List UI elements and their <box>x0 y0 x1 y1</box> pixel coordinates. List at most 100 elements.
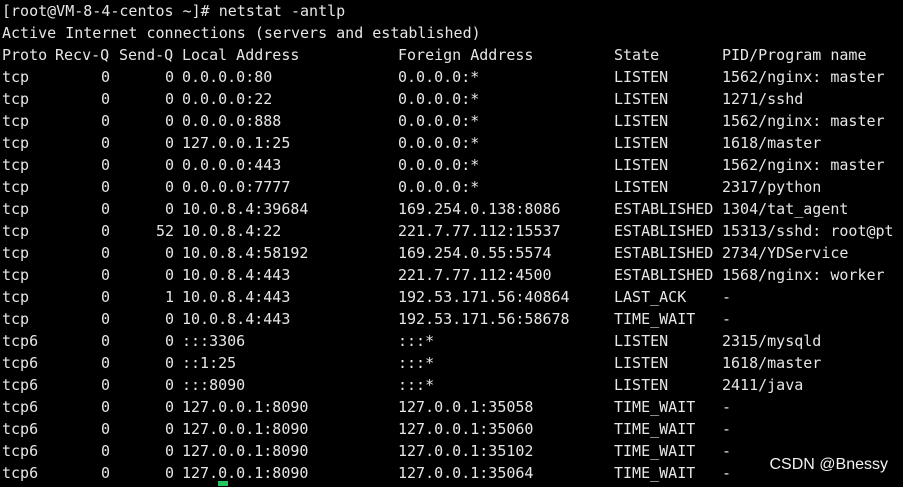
cell-pid: 1562/nginx: master <box>722 112 885 130</box>
cell-local: 127.0.0.1:8090 <box>182 420 309 438</box>
cell-send-q: 0 <box>164 310 174 328</box>
table-row: tcp 0 0 0.0.0.0:22 0.0.0.0:* LISTEN 1271/sshd <box>0 88 903 110</box>
header-send-q: Send-Q <box>119 46 174 64</box>
cell-foreign: :::* <box>398 354 435 372</box>
connections-info-line: Active Internet connections (servers and… <box>2 24 481 42</box>
cell-pid: - <box>722 464 732 482</box>
cell-foreign: 127.0.0.1:35060 <box>398 420 534 438</box>
header-row: Proto Recv-Q Send-Q Local Address Foreig… <box>0 44 903 66</box>
terminal-window[interactable]: [root@VM-8-4-centos ~]# netstat -antlp A… <box>0 0 903 487</box>
cell-foreign: 169.254.0.55:5574 <box>398 244 552 262</box>
cell-pid: 1568/nginx: worker <box>722 266 885 284</box>
cell-state: LISTEN <box>614 178 669 196</box>
cell-local: 10.0.8.4:39684 <box>182 200 309 218</box>
cell-proto: tcp6 <box>2 442 39 460</box>
cell-recv-q: 0 <box>100 134 110 152</box>
table-row: tcp 0 0 127.0.0.1:25 0.0.0.0:* LISTEN 1618/mas… <box>0 132 903 154</box>
cell-proto: tcp <box>2 112 30 130</box>
cell-proto: tcp <box>2 244 30 262</box>
table-row: tcp6 0 0:::3306:::* LISTEN 2315/mysqld <box>0 330 903 352</box>
cell-pid: 1304/tat_agent <box>722 200 849 218</box>
cell-local: 0.0.0.0:888 <box>182 112 282 130</box>
cell-local: 127.0.0.1:8090 <box>182 442 309 460</box>
header-foreign-address: Foreign Address <box>398 46 534 64</box>
cell-state: TIME_WAIT <box>614 464 696 482</box>
cell-pid: 1562/nginx: master <box>722 156 885 174</box>
table-row: tcp6 0 0 127.0.0.1:8090 127.0.0.1:35058 TIME_… <box>0 396 903 418</box>
cell-pid: - <box>722 288 732 306</box>
cell-pid: 15313/sshd: root@pt <box>722 222 894 240</box>
table-row: tcp 0 0 10.0.8.4:443 221.7.77.112:4500 ESTABL… <box>0 264 903 286</box>
cell-foreign: 192.53.171.56:58678 <box>398 310 570 328</box>
cell-state: LISTEN <box>614 332 669 350</box>
cell-foreign: 221.7.77.112:4500 <box>398 266 552 284</box>
cell-send-q: 0 <box>164 244 174 262</box>
cell-local: 0.0.0.0:443 <box>182 156 282 174</box>
table-row: tcp6 0 0:::8090:::* LISTEN 2411/java <box>0 374 903 396</box>
cell-state: TIME_WAIT <box>614 420 696 438</box>
cell-send-q: 0 <box>164 134 174 152</box>
header-pid-program: PID/Program name <box>722 46 867 64</box>
cell-foreign: :::* <box>398 376 435 394</box>
cell-state: LISTEN <box>614 134 669 152</box>
cell-state: ESTABLISHED <box>614 222 714 240</box>
watermark: CSDN @Bnessy <box>769 456 889 473</box>
cell-state: LISTEN <box>614 68 669 86</box>
cell-recv-q: 0 <box>100 288 110 306</box>
cell-send-q: 1 <box>164 288 174 306</box>
cell-pid: 2317/python <box>722 178 822 196</box>
cell-proto: tcp6 <box>2 420 39 438</box>
cell-foreign: :::* <box>398 332 435 350</box>
cell-foreign: 127.0.0.1:35102 <box>398 442 534 460</box>
table-row: tcp 0 0 0.0.0.0:888 0.0.0.0:* LISTEN 1562/ngin… <box>0 110 903 132</box>
table-row: tcp 0 0 10.0.8.4:39684 169.254.0.138:8086 EST… <box>0 198 903 220</box>
cell-foreign: 0.0.0.0:* <box>398 134 480 152</box>
table-row: tcp6 0 0::1:25:::* LISTEN 1618/master <box>0 352 903 374</box>
cell-local: 10.0.8.4:58192 <box>182 244 309 262</box>
cell-foreign: 0.0.0.0:* <box>398 156 480 174</box>
cell-local: 0.0.0.0:80 <box>182 68 273 86</box>
table-row: tcp 0 0 10.0.8.4:443 192.53.171.56:58678 TIME… <box>0 308 903 330</box>
cell-send-q: 0 <box>164 200 174 218</box>
cell-pid: 1271/sshd <box>722 90 804 108</box>
table-row: tcp 0 0 10.0.8.4:58192 169.254.0.55:5574 ESTA… <box>0 242 903 264</box>
terminal-cursor <box>218 481 228 486</box>
cell-send-q: 0 <box>164 354 174 372</box>
cell-send-q: 52 <box>155 222 174 240</box>
cell-state: LISTEN <box>614 112 669 130</box>
cell-proto: tcp6 <box>2 376 39 394</box>
cell-state: ESTABLISHED <box>614 266 714 284</box>
cell-recv-q: 0 <box>100 244 110 262</box>
cell-state: TIME_WAIT <box>614 310 696 328</box>
cell-recv-q: 0 <box>100 354 110 372</box>
table-row: tcp6 0 0 127.0.0.1:8090 127.0.0.1:35102 TIME_… <box>0 440 903 462</box>
cell-send-q: 0 <box>164 420 174 438</box>
cell-pid: 1618/master <box>722 134 822 152</box>
cell-recv-q: 0 <box>100 178 110 196</box>
cell-local: 0.0.0.0:7777 <box>182 178 291 196</box>
cell-send-q: 0 <box>164 178 174 196</box>
cell-send-q: 0 <box>164 156 174 174</box>
cell-recv-q: 0 <box>100 376 110 394</box>
cell-pid: 2411/java <box>722 376 804 394</box>
table-row: tcp 0 52 10.0.8.4:22 221.7.77.112:15537 ESTAB… <box>0 220 903 242</box>
cell-proto: tcp <box>2 288 30 306</box>
command-prompt-line[interactable]: [root@VM-8-4-centos ~]# netstat -antlp <box>2 0 345 22</box>
cell-local: :::8090 <box>182 376 246 394</box>
cell-local: 127.0.0.1:25 <box>182 134 291 152</box>
cell-state: ESTABLISHED <box>614 200 714 218</box>
table-row: tcp 0 0 0.0.0.0:80 0.0.0.0:* LISTEN 1562/nginx… <box>0 66 903 88</box>
cell-recv-q: 0 <box>100 156 110 174</box>
cell-send-q: 0 <box>164 90 174 108</box>
cell-recv-q: 0 <box>100 266 110 284</box>
cell-send-q: 0 <box>164 398 174 416</box>
cell-state: LISTEN <box>614 354 669 372</box>
cell-recv-q: 0 <box>100 200 110 218</box>
cell-recv-q: 0 <box>100 420 110 438</box>
header-proto: Proto <box>2 46 48 64</box>
cell-recv-q: 0 <box>100 332 110 350</box>
table-row: tcp 0 1 10.0.8.4:443 192.53.171.56:40864 LAST… <box>0 286 903 308</box>
cell-foreign: 192.53.171.56:40864 <box>398 288 570 306</box>
cell-state: LISTEN <box>614 376 669 394</box>
cell-proto: tcp <box>2 68 30 86</box>
